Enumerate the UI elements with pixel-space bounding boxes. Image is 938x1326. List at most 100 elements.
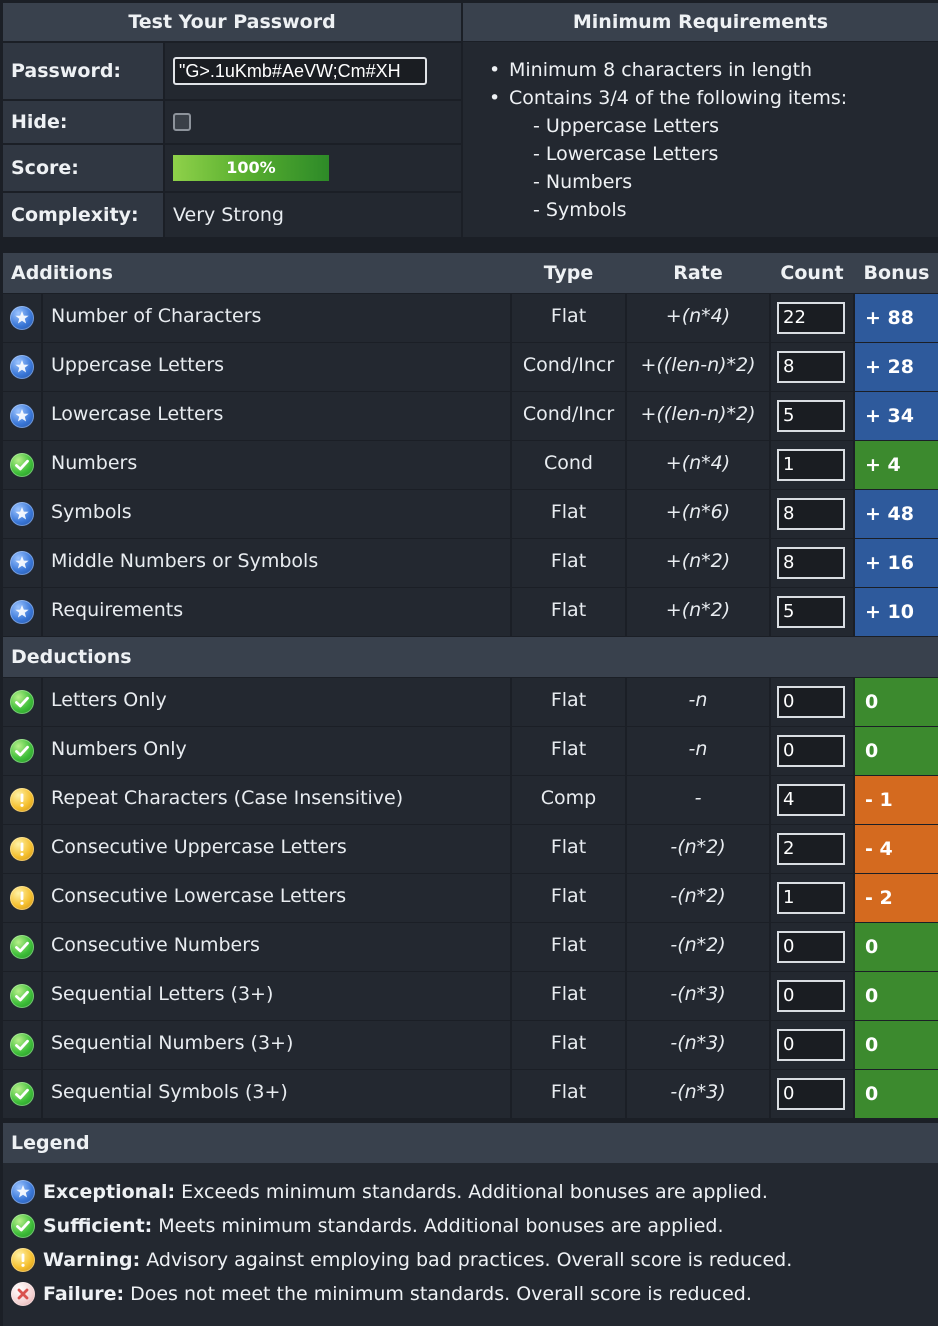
check-circle-icon [11,1214,35,1238]
count-field: 8 [777,498,845,530]
criterion-name: Sequential Symbols (3+) [43,1070,510,1118]
bonus-value: - 2 [855,874,938,922]
criterion-name: Symbols [43,490,510,538]
criterion-rate: -(n*3) [627,972,769,1020]
legend-term: Warning: [43,1249,141,1271]
complexity-value: Very Strong [165,193,461,237]
table-row: Number of Characters Flat +(n*4) 22 + 88 [3,294,938,343]
check-circle-icon [10,739,34,763]
count-field: 0 [777,1078,845,1110]
star-badge-icon [10,502,34,526]
legend-description: Meets minimum standards. Additional bonu… [158,1215,724,1237]
score-value: 100% [226,158,276,177]
criterion-rate: +(n*2) [627,539,769,587]
criterion-name: Number of Characters [43,294,510,342]
criterion-name: Letters Only [43,678,510,726]
criterion-type: Comp [512,776,625,824]
count-field: 22 [777,302,845,334]
bonus-value: 0 [855,727,938,775]
legend-term: Exceptional: [43,1181,176,1203]
criterion-name: Sequential Numbers (3+) [43,1021,510,1069]
table-row: Numbers Cond +(n*4) 1 + 4 [3,441,938,490]
criterion-type: Flat [512,1070,625,1118]
criterion-name: Uppercase Letters [43,343,510,391]
bonus-value: 0 [855,678,938,726]
count-field: 0 [777,980,845,1012]
criterion-type: Cond [512,441,625,489]
password-input[interactable]: "G>.1uKmb#AeVW;Cm#XH [173,57,427,85]
requirement-item: Minimum 8 characters in length [489,56,938,84]
bonus-value: + 28 [855,343,938,391]
password-label: Password: [3,43,163,99]
complexity-row: Complexity: Very Strong [3,193,461,237]
legend-description: Exceeds minimum standards. Additional bo… [181,1181,768,1203]
table-row: Letters Only Flat -n 0 0 [3,678,938,727]
criterion-type: Flat [512,294,625,342]
count-field: 0 [777,931,845,963]
legend-item-warning: Warning: Advisory against employing bad p… [3,1243,938,1277]
hide-checkbox[interactable] [173,113,191,131]
count-field: 2 [777,833,845,865]
legend-item-sufficient: Sufficient: Meets minimum standards. Addi… [3,1209,938,1243]
star-badge-icon [10,551,34,575]
hide-label: Hide: [3,101,163,143]
count-field: 0 [777,735,845,767]
criterion-type: Flat [512,874,625,922]
x-circle-icon [11,1282,35,1306]
hide-row: Hide: [3,101,461,143]
requirement-subitem: - Symbols [533,199,627,221]
bonus-value: 0 [855,923,938,971]
table-row: Uppercase Letters Cond/Incr +((len-n)*2) 8 +… [3,343,938,392]
criterion-type: Flat [512,972,625,1020]
criterion-type: Cond/Incr [512,392,625,440]
requirement-subitem: - Uppercase Letters [533,115,719,137]
criterion-type: Flat [512,490,625,538]
deductions-rows: Letters Only Flat -n 0 0 Numbers Only Flat -n 0 0… [3,678,938,1119]
type-header: Type [543,262,594,284]
criterion-rate: -(n*2) [627,923,769,971]
criterion-type: Flat [512,1021,625,1069]
legend: Legend Exceptional: Exceeds minimum stand… [3,1123,938,1326]
count-field: 5 [777,400,845,432]
legend-description: Advisory against employing bad practices… [146,1249,793,1271]
requirement-subitem: - Lowercase Letters [533,143,719,165]
criterion-rate: +(n*4) [627,441,769,489]
legend-body: Exceptional: Exceeds minimum standards. A… [3,1163,938,1326]
star-badge-icon [10,404,34,428]
bonus-value: + 4 [855,441,938,489]
criterion-type: Flat [512,923,625,971]
criterion-type: Flat [512,678,625,726]
table-row: Requirements Flat +(n*2) 5 + 10 [3,588,938,637]
criterion-rate: -(n*3) [627,1070,769,1118]
criterion-name: Lowercase Letters [43,392,510,440]
password-meter-page: Test Your Password Password: "G>.1uKmb#A… [0,0,938,1326]
star-badge-icon [10,306,34,330]
minimum-requirements-panel: Minimum Requirements Minimum 8 character… [463,3,938,237]
bonus-value: 0 [855,1070,938,1118]
table-row: Consecutive Numbers Flat -(n*2) 0 0 [3,923,938,972]
exclamation-circle-icon [11,1248,35,1272]
criterion-rate: +(n*4) [627,294,769,342]
table-row: Sequential Letters (3+) Flat -(n*3) 0 0 [3,972,938,1021]
criterion-name: Repeat Characters (Case Insensitive) [43,776,510,824]
exclamation-circle-icon [10,886,34,910]
count-field: 5 [777,596,845,628]
score-row: Score: 100% [3,145,461,191]
criterion-type: Flat [512,539,625,587]
count-field: 0 [777,686,845,718]
table-row: Sequential Symbols (3+) Flat -(n*3) 0 0 [3,1070,938,1119]
criterion-rate: -n [627,678,769,726]
password-row: Password: "G>.1uKmb#AeVW;Cm#XH [3,43,461,99]
legend-item-exceptional: Exceptional: Exceeds minimum standards. A… [3,1175,938,1209]
check-circle-icon [10,1033,34,1057]
criterion-name: Numbers Only [43,727,510,775]
criterion-name: Consecutive Uppercase Letters [43,825,510,873]
bonus-header: Bonus [863,262,930,284]
criterion-rate: -(n*3) [627,1021,769,1069]
bonus-value: - 1 [855,776,938,824]
table-row: Numbers Only Flat -n 0 0 [3,727,938,776]
count-field: 0 [777,1029,845,1061]
bonus-value: + 34 [855,392,938,440]
legend-description: Does not meet the minimum standards. Ove… [130,1283,752,1305]
rate-header: Rate [673,262,723,284]
